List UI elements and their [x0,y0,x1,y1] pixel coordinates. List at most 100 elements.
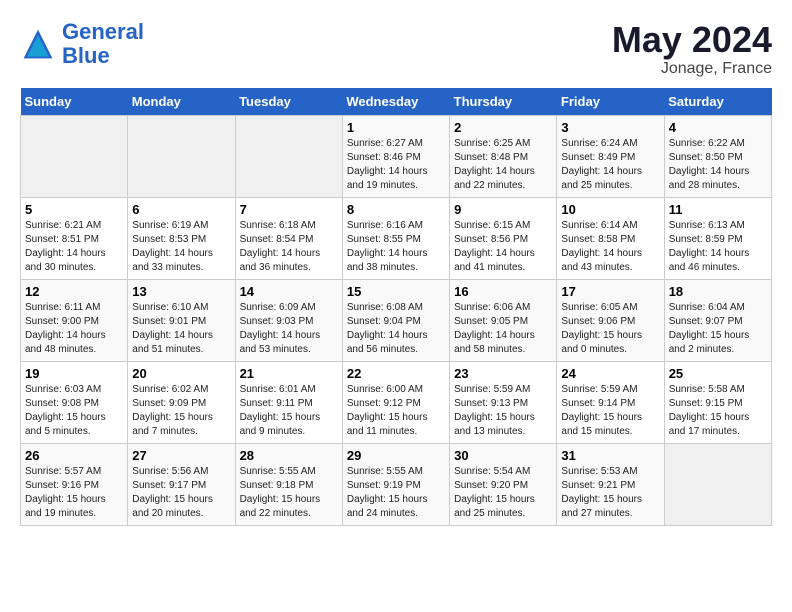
calendar-table: SundayMondayTuesdayWednesdayThursdayFrid… [20,88,772,526]
day-number: 25 [669,366,767,381]
day-info: Sunrise: 6:14 AM Sunset: 8:58 PM Dayligh… [561,219,659,275]
day-number: 30 [454,448,552,463]
day-number: 10 [561,202,659,217]
calendar-header: SundayMondayTuesdayWednesdayThursdayFrid… [21,88,772,116]
calendar-cell: 16Sunrise: 6:06 AM Sunset: 9:05 PM Dayli… [450,279,557,361]
day-number: 4 [669,120,767,135]
day-info: Sunrise: 5:55 AM Sunset: 9:19 PM Dayligh… [347,465,445,521]
calendar-cell [128,115,235,197]
day-info: Sunrise: 6:27 AM Sunset: 8:46 PM Dayligh… [347,137,445,193]
weekday-label: Tuesday [235,88,342,116]
calendar-cell: 28 Sunrise: 5:55 AM Sunset: 9:18 PM Dayli… [235,443,342,525]
calendar-cell: 2 Sunrise: 6:25 AM Sunset: 8:48 PM Daylig… [450,115,557,197]
calendar-week-row: 12 Sunrise: 6:11 AM Sunset: 9:00 PM Dayli… [21,279,772,361]
day-info: Sunrise: 5:59 AM Sunset: 9:13 PM Dayligh… [454,383,552,439]
day-info: Sunrise: 6:22 AM Sunset: 8:50 PM Dayligh… [669,137,767,193]
calendar-cell: 8 Sunrise: 6:16 AM Sunset: 8:55 PM Daylig… [342,197,449,279]
calendar-cell: 1 Sunrise: 6:27 AM Sunset: 8:46 PM Daylig… [342,115,449,197]
day-number: 8 [347,202,445,217]
day-number: 28 [240,448,338,463]
day-number: 11 [669,202,767,217]
day-info: Sunrise: 6:06 AM Sunset: 9:05 PM Dayligh… [454,301,552,357]
day-info: Sunrise: 6:16 AM Sunset: 8:55 PM Dayligh… [347,219,445,275]
day-info: Sunrise: 5:55 AM Sunset: 9:18 PM Dayligh… [240,465,338,521]
weekday-label: Friday [557,88,664,116]
day-number: 17 [561,284,659,299]
logo: General Blue [20,20,144,68]
day-info: Sunrise: 6:09 AM Sunset: 9:03 PM Dayligh… [240,301,338,357]
month-title: May 2024 [612,20,772,60]
day-info: Sunrise: 6:24 AM Sunset: 8:49 PM Dayligh… [561,137,659,193]
calendar-cell: 14 Sunrise: 6:09 AM Sunset: 9:03 PM Dayli… [235,279,342,361]
calendar-cell: 4 Sunrise: 6:22 AM Sunset: 8:50 PM Daylig… [664,115,771,197]
page-header: General Blue May 2024 Jonage, France [20,20,772,78]
day-number: 31 [561,448,659,463]
calendar-week-row: 26Sunrise: 5:57 AM Sunset: 9:16 PM Dayli… [21,443,772,525]
day-info: Sunrise: 5:57 AM Sunset: 9:16 PM Dayligh… [25,465,123,521]
day-info: Sunrise: 6:02 AM Sunset: 9:09 PM Dayligh… [132,383,230,439]
calendar-cell: 12 Sunrise: 6:11 AM Sunset: 9:00 PM Dayli… [21,279,128,361]
day-number: 23 [454,366,552,381]
day-number: 2 [454,120,552,135]
day-number: 12 [25,284,123,299]
weekday-label: Sunday [21,88,128,116]
calendar-cell: 10 Sunrise: 6:14 AM Sunset: 8:58 PM Dayli… [557,197,664,279]
title-block: May 2024 Jonage, France [612,20,772,78]
calendar-cell: 29 Sunrise: 5:55 AM Sunset: 9:19 PM Dayli… [342,443,449,525]
calendar-cell: 22 Sunrise: 6:00 AM Sunset: 9:12 PM Dayli… [342,361,449,443]
calendar-cell: 9Sunrise: 6:15 AM Sunset: 8:56 PM Daylig… [450,197,557,279]
day-info: Sunrise: 6:21 AM Sunset: 8:51 PM Dayligh… [25,219,123,275]
calendar-cell: 21 Sunrise: 6:01 AM Sunset: 9:11 PM Dayli… [235,361,342,443]
calendar-cell: 6 Sunrise: 6:19 AM Sunset: 8:53 PM Daylig… [128,197,235,279]
day-number: 20 [132,366,230,381]
day-info: Sunrise: 6:11 AM Sunset: 9:00 PM Dayligh… [25,301,123,357]
calendar-cell: 24 Sunrise: 5:59 AM Sunset: 9:14 PM Dayli… [557,361,664,443]
calendar-cell: 31Sunrise: 5:53 AM Sunset: 9:21 PM Dayli… [557,443,664,525]
day-number: 7 [240,202,338,217]
day-number: 9 [454,202,552,217]
day-info: Sunrise: 6:08 AM Sunset: 9:04 PM Dayligh… [347,301,445,357]
calendar-week-row: 5 Sunrise: 6:21 AM Sunset: 8:51 PM Daylig… [21,197,772,279]
day-info: Sunrise: 6:19 AM Sunset: 8:53 PM Dayligh… [132,219,230,275]
day-info: Sunrise: 6:00 AM Sunset: 9:12 PM Dayligh… [347,383,445,439]
calendar-cell: 7 Sunrise: 6:18 AM Sunset: 8:54 PM Daylig… [235,197,342,279]
day-number: 24 [561,366,659,381]
day-number: 22 [347,366,445,381]
weekday-label: Saturday [664,88,771,116]
day-info: Sunrise: 6:10 AM Sunset: 9:01 PM Dayligh… [132,301,230,357]
calendar-cell: 17 Sunrise: 6:05 AM Sunset: 9:06 PM Dayli… [557,279,664,361]
day-number: 5 [25,202,123,217]
logo-text: General Blue [62,20,144,68]
calendar-cell: 23 Sunrise: 5:59 AM Sunset: 9:13 PM Dayli… [450,361,557,443]
weekday-header-row: SundayMondayTuesdayWednesdayThursdayFrid… [21,88,772,116]
day-number: 29 [347,448,445,463]
calendar-cell: 26Sunrise: 5:57 AM Sunset: 9:16 PM Dayli… [21,443,128,525]
day-number: 14 [240,284,338,299]
day-number: 15 [347,284,445,299]
weekday-label: Thursday [450,88,557,116]
calendar-cell: 11Sunrise: 6:13 AM Sunset: 8:59 PM Dayli… [664,197,771,279]
weekday-label: Monday [128,88,235,116]
day-info: Sunrise: 5:59 AM Sunset: 9:14 PM Dayligh… [561,383,659,439]
calendar-cell: 15 Sunrise: 6:08 AM Sunset: 9:04 PM Dayli… [342,279,449,361]
day-number: 21 [240,366,338,381]
calendar-cell: 20 Sunrise: 6:02 AM Sunset: 9:09 PM Dayli… [128,361,235,443]
weekday-label: Wednesday [342,88,449,116]
day-info: Sunrise: 6:04 AM Sunset: 9:07 PM Dayligh… [669,301,767,357]
calendar-cell: 13Sunrise: 6:10 AM Sunset: 9:01 PM Dayli… [128,279,235,361]
day-info: Sunrise: 6:03 AM Sunset: 9:08 PM Dayligh… [25,383,123,439]
calendar-cell [235,115,342,197]
logo-icon [20,26,56,62]
day-number: 3 [561,120,659,135]
day-number: 27 [132,448,230,463]
day-number: 19 [25,366,123,381]
day-info: Sunrise: 5:58 AM Sunset: 9:15 PM Dayligh… [669,383,767,439]
calendar-cell: 25 Sunrise: 5:58 AM Sunset: 9:15 PM Dayli… [664,361,771,443]
calendar-cell: 3 Sunrise: 6:24 AM Sunset: 8:49 PM Daylig… [557,115,664,197]
day-info: Sunrise: 6:05 AM Sunset: 9:06 PM Dayligh… [561,301,659,357]
day-number: 6 [132,202,230,217]
day-number: 1 [347,120,445,135]
day-info: Sunrise: 6:25 AM Sunset: 8:48 PM Dayligh… [454,137,552,193]
day-info: Sunrise: 6:18 AM Sunset: 8:54 PM Dayligh… [240,219,338,275]
day-info: Sunrise: 6:01 AM Sunset: 9:11 PM Dayligh… [240,383,338,439]
